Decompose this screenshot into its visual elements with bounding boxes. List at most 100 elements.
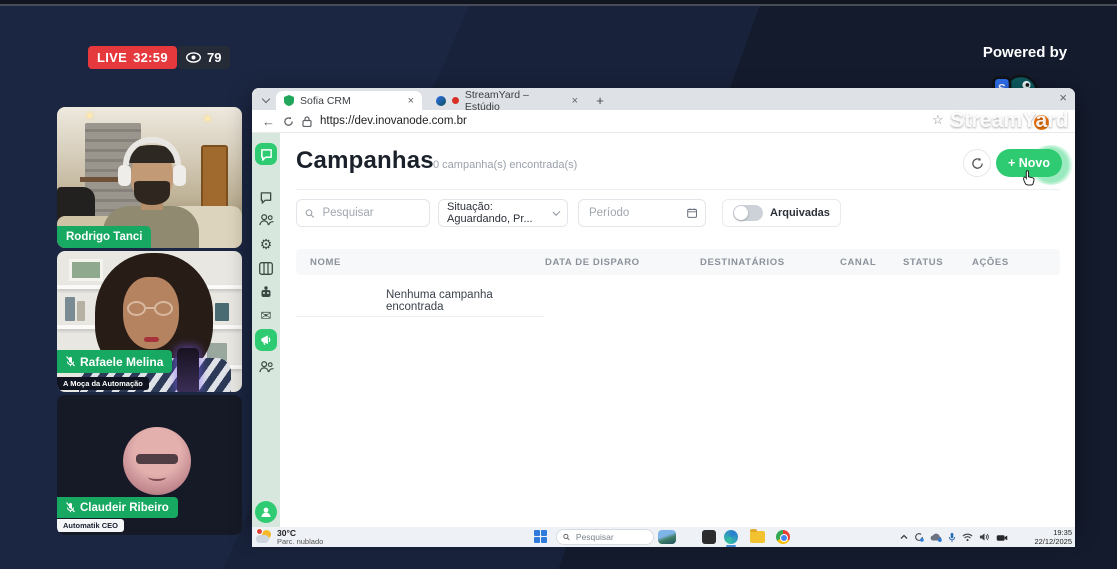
viewer-count-badge: 79 <box>177 46 230 69</box>
nameplate-rodrigo: Rodrigo Tanci <box>57 226 151 248</box>
notification-badge <box>256 528 263 535</box>
back-icon[interactable]: ← <box>262 114 275 129</box>
filter-row: Situação: Aguardando, Pr... <box>280 199 1075 229</box>
clock-time: 19:35 <box>1030 528 1072 537</box>
tab-title: StreamYard – Estúdio <box>465 89 566 113</box>
archived-toggle-label: Arquivadas <box>770 207 830 219</box>
tab-close-icon[interactable]: × <box>572 95 578 107</box>
window-close-button[interactable]: × <box>1059 90 1067 105</box>
search-icon <box>305 208 314 219</box>
sofia-crm-favicon <box>284 95 294 106</box>
taskbar-app-icon[interactable] <box>702 530 716 544</box>
robot-icon <box>259 285 273 299</box>
chrome-icon[interactable] <box>776 530 790 544</box>
tab-streamyard[interactable]: StreamYard – Estúdio × <box>428 91 586 110</box>
kanban-icon <box>259 262 273 275</box>
taskbar-clock[interactable]: 19:35 22/12/2025 <box>1030 528 1072 546</box>
taskbar-search-input[interactable] <box>574 531 647 543</box>
archived-toggle[interactable] <box>733 205 763 221</box>
sidebar-item-bot[interactable] <box>258 284 274 300</box>
viewer-count: 79 <box>207 50 221 65</box>
sidebar-item-mail[interactable]: ✉ <box>258 308 274 324</box>
volume-icon[interactable] <box>979 532 990 542</box>
situation-filter-value: Situação: Aguardando, Pr... <box>447 201 554 225</box>
mic-muted-icon <box>66 356 75 367</box>
search-input[interactable] <box>320 206 421 220</box>
situation-filter-select[interactable]: Situação: Aguardando, Pr... <box>438 199 568 227</box>
webcam-tile-rafaele: Rafaele Melina A Moça da Automação <box>57 251 242 392</box>
column-header-data-disparo: DATA DE DISPARO <box>531 257 686 268</box>
wifi-icon[interactable] <box>962 533 973 542</box>
archived-filter[interactable]: Arquivadas <box>722 199 841 227</box>
stream-stage: LIVE 32:59 79 Powered by S ☆ StreamYard <box>0 0 1117 569</box>
lock-icon[interactable] <box>302 116 312 127</box>
new-tab-button[interactable]: + <box>592 92 608 108</box>
sidebar-item-kanban[interactable] <box>258 260 274 276</box>
crm-main-panel: Campanhas 0 campanha(s) encontrada(s) + … <box>280 133 1075 527</box>
megaphone-icon <box>260 334 273 346</box>
crm-sidebar: ⚙ <box>252 133 280 527</box>
page-title: Campanhas <box>296 147 434 175</box>
browser-tab-strip: Sofia CRM × StreamYard – Estúdio × + × <box>252 88 1075 110</box>
sidebar-item-settings[interactable]: ⚙ <box>258 236 274 252</box>
search-highlight-icon[interactable] <box>658 530 676 544</box>
search-icon <box>563 533 570 541</box>
url-text[interactable]: https://dev.inovanode.com.br <box>320 115 467 127</box>
camera-device-icon[interactable] <box>996 533 1008 542</box>
sync-icon[interactable] <box>914 532 924 542</box>
empty-state-row: Nenhuma campanha encontrada <box>296 285 544 317</box>
edge-icon[interactable] <box>724 530 738 544</box>
sidebar-item-logo[interactable] <box>255 143 277 165</box>
eye-icon <box>186 52 201 63</box>
toggle-knob <box>734 206 748 220</box>
chevron-down-icon <box>261 94 269 102</box>
onedrive-icon[interactable] <box>930 533 942 542</box>
column-header-acoes: AÇÕES <box>958 257 1048 268</box>
tab-search-button[interactable] <box>258 92 273 107</box>
gear-icon: ⚙ <box>260 236 273 253</box>
mic-icon[interactable] <box>948 532 956 543</box>
calendar-icon <box>687 207 697 219</box>
users-icon <box>259 360 274 373</box>
sidebar-item-chats[interactable] <box>258 189 274 205</box>
browser-window: Sofia CRM × StreamYard – Estúdio × + × ← <box>252 88 1075 527</box>
sidebar-item-campaigns-active[interactable] <box>255 329 277 351</box>
live-label: LIVE <box>97 50 127 65</box>
mic-muted-icon <box>66 502 75 513</box>
hand-cursor-icon <box>1022 169 1035 191</box>
tab-sofia-crm[interactable]: Sofia CRM × <box>276 91 422 110</box>
live-badge: LIVE 32:59 <box>88 46 177 69</box>
nameplate-claudeir: Claudeir Ribeiro <box>57 497 178 518</box>
column-header-status: STATUS <box>889 257 958 268</box>
campaign-count: 0 campanha(s) encontrada(s) <box>433 159 577 171</box>
search-field[interactable] <box>296 199 430 227</box>
column-header-destinatarios: DESTINATÁRIOS <box>686 257 826 268</box>
sidebar-profile-avatar[interactable] <box>255 501 277 523</box>
sidebar-item-teams[interactable] <box>258 358 274 374</box>
users-icon <box>259 213 274 226</box>
participant-subtitle: A Moça da Automação <box>57 377 149 390</box>
column-header-nome: NOME <box>296 257 531 268</box>
participant-name: Claudeir Ribeiro <box>80 502 169 514</box>
period-input[interactable] <box>587 206 681 220</box>
crm-app: ⚙ <box>252 133 1075 527</box>
period-field[interactable] <box>578 199 706 227</box>
sidebar-item-contacts[interactable] <box>258 211 274 227</box>
tab-close-icon[interactable]: × <box>408 95 414 107</box>
system-tray <box>900 527 1008 547</box>
file-explorer-icon[interactable] <box>750 531 765 543</box>
refresh-button[interactable] <box>963 149 991 177</box>
reload-icon[interactable] <box>283 116 294 127</box>
taskbar-search[interactable] <box>556 529 654 545</box>
participant-avatar <box>123 427 191 495</box>
chat-icon <box>259 191 273 204</box>
start-button[interactable] <box>534 530 548 544</box>
person-icon <box>260 506 272 518</box>
streamyard-favicon <box>436 96 446 106</box>
tray-chevron-icon[interactable] <box>900 534 908 540</box>
webcam-tile-rodrigo: Rodrigo Tanci <box>57 107 242 248</box>
weather-desc[interactable]: Parc. nublado <box>277 537 323 546</box>
bookmark-star-icon[interactable]: ☆ <box>932 112 944 128</box>
nameplate-rafaele: Rafaele Melina <box>57 350 172 373</box>
weather-icon[interactable] <box>256 529 273 544</box>
